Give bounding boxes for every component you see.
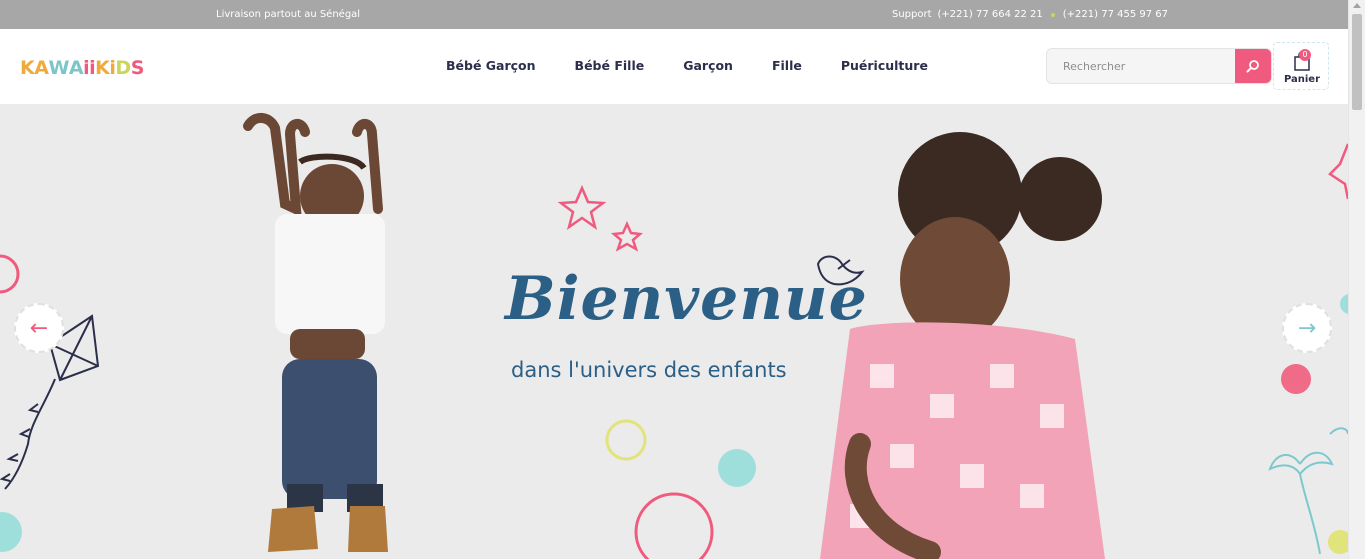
decor-circle-pink-bottom [634, 492, 714, 559]
cart-count-badge: 0 [1299, 49, 1311, 61]
scrollbar-thumb[interactable] [1352, 14, 1362, 110]
logo-letter: K [20, 57, 35, 79]
page-scrollbar[interactable] [1348, 0, 1365, 559]
support-info: Support (+221) 77 664 22 21 (+221) 77 45… [892, 9, 1168, 20]
decor-circle-teal [718, 449, 756, 487]
baby-girl-photo [820, 132, 1105, 559]
nav-item-bebe-fille[interactable]: Bébé Fille [575, 58, 645, 73]
decor-star-right [1328, 143, 1348, 200]
nav-item-garcon[interactable]: Garçon [683, 58, 733, 73]
support-label: Support [892, 9, 932, 20]
brand-logo[interactable]: KAWAiiKiDS [20, 57, 144, 79]
decor-circle-pink-left [0, 254, 20, 294]
main-nav: Bébé Garçon Bébé Fille Garçon Fille Puér… [446, 58, 928, 73]
search-box [1046, 48, 1272, 84]
decor-circle-teal-left [0, 512, 22, 552]
nav-item-bebe-garcon[interactable]: Bébé Garçon [446, 58, 536, 73]
stars-decoration [557, 184, 643, 252]
logo-letter: A [68, 57, 84, 79]
logo-letter: A [34, 57, 49, 79]
top-bar: Livraison partout au Sénégal Support (+2… [0, 0, 1348, 29]
hero-slider: Bienvenue dans l'univers des enfants ← → [0, 104, 1348, 559]
cart-label: Panier [1283, 74, 1321, 85]
nav-item-fille[interactable]: Fille [772, 58, 802, 73]
scroll-up-arrow-icon[interactable] [1353, 3, 1361, 8]
hero-subtitle: dans l'univers des enfants [511, 358, 787, 382]
search-icon [1246, 60, 1259, 73]
slider-prev-button[interactable]: ← [14, 303, 64, 353]
logo-letter: S [130, 57, 145, 79]
decor-circle-yellow-right [1328, 530, 1348, 554]
logo-letter: K [95, 57, 110, 79]
hero-title: Bienvenue [505, 264, 868, 334]
decor-circle-teal-right [1340, 294, 1348, 314]
arrow-left-icon: ← [29, 315, 49, 341]
support-phone-1[interactable]: (+221) 77 664 22 21 [938, 9, 1043, 20]
site-header: KAWAiiKiDS Bébé Garçon Bébé Fille Garçon… [0, 29, 1348, 104]
baby-boy-photo [243, 113, 388, 552]
search-button[interactable] [1235, 49, 1271, 83]
decor-circle-yellow [605, 419, 647, 461]
shipping-info: Livraison partout au Sénégal [216, 9, 361, 20]
decor-circle-pink-right [1281, 364, 1311, 394]
logo-letter: ii [83, 57, 96, 79]
search-input[interactable] [1047, 49, 1237, 83]
cart-button[interactable]: 0 Panier [1273, 42, 1329, 90]
arrow-right-icon: → [1297, 315, 1317, 341]
support-phone-2[interactable]: (+221) 77 455 97 67 [1063, 9, 1168, 20]
nav-item-puericulture[interactable]: Puériculture [841, 58, 928, 73]
slider-next-button[interactable]: → [1282, 303, 1332, 353]
logo-letter: D [115, 57, 131, 79]
separator-dot [1050, 12, 1055, 17]
logo-letter: W [48, 57, 69, 79]
